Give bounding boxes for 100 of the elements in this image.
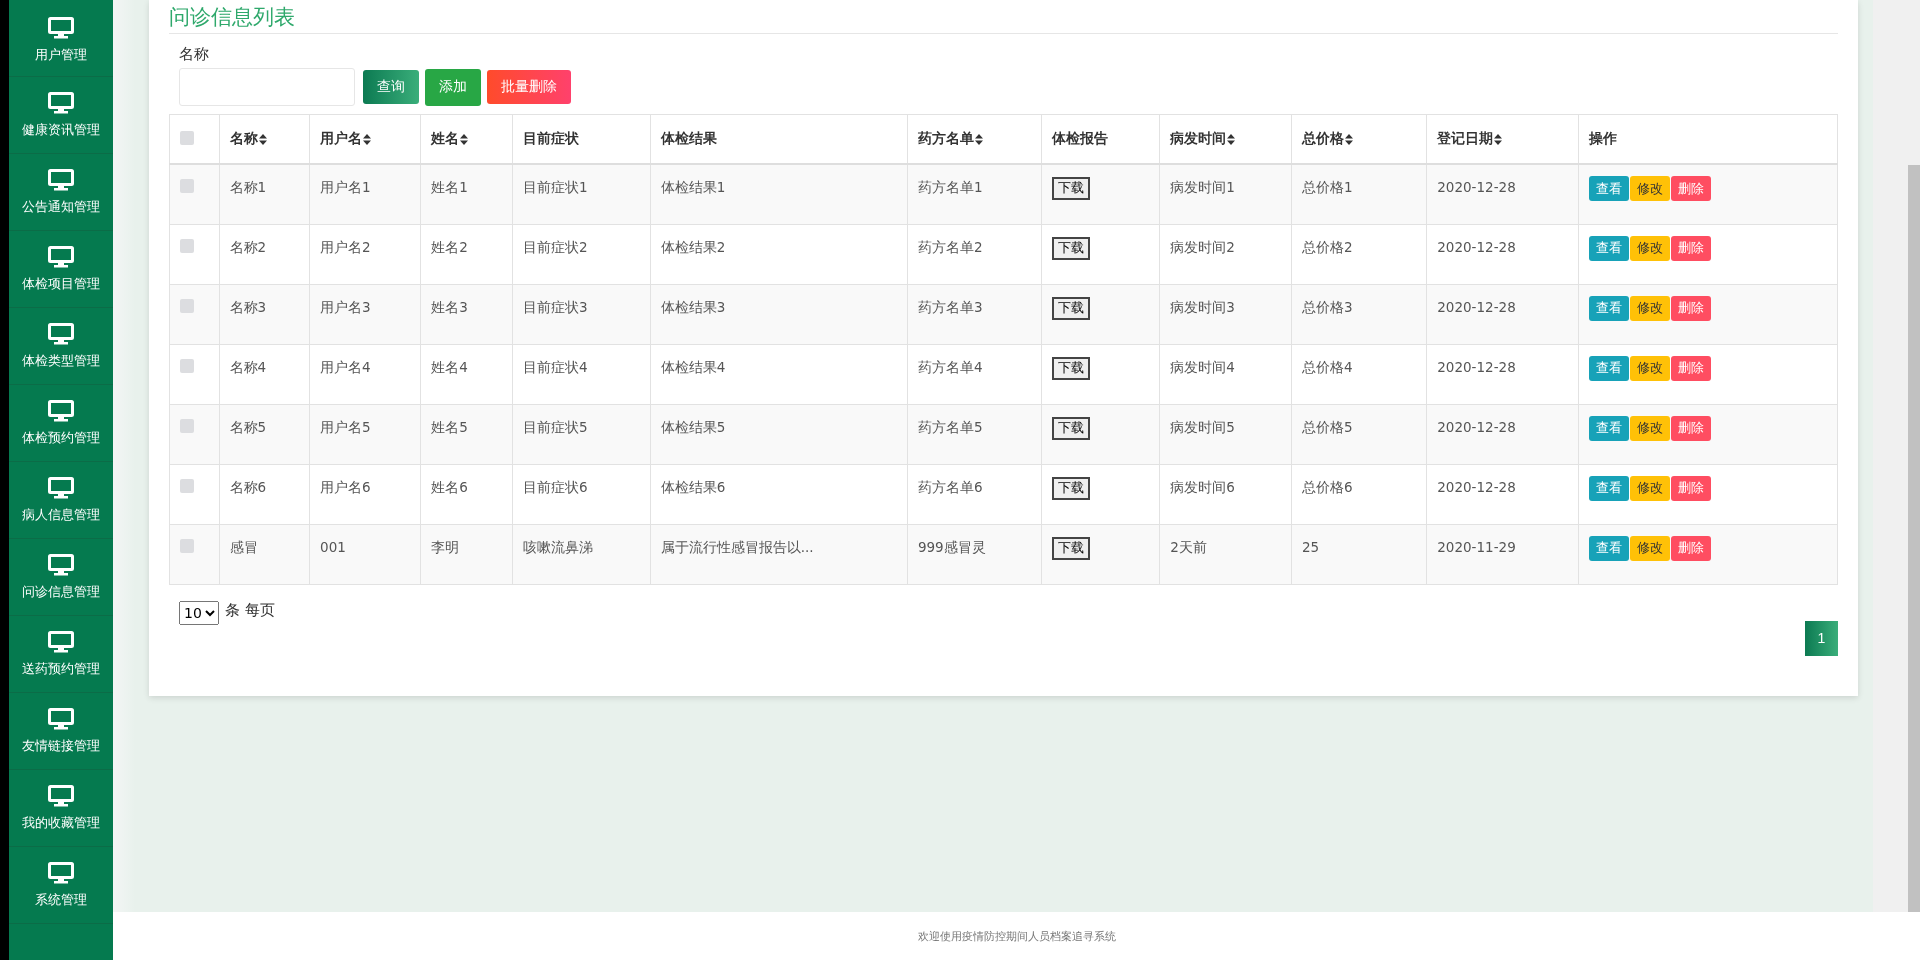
view-button[interactable]: 查看 [1589,355,1630,381]
delete-button[interactable]: 删除 [1671,535,1712,561]
edit-button[interactable]: 修改 [1630,235,1671,261]
table-cell: 用户名6 [309,464,421,524]
view-button[interactable]: 查看 [1589,415,1630,441]
table-cell: 总价格6 [1291,464,1427,524]
table-cell: 咳嗽流鼻涕 [512,524,651,584]
checkbox[interactable] [180,538,194,553]
table-cell: 名称5 [219,404,310,464]
table-cell: 体检结果5 [650,404,908,464]
delete-button[interactable]: 删除 [1671,295,1712,321]
table-cell: 药方名单4 [907,344,1042,404]
table-cell: 体检结果2 [650,224,908,284]
table-cell: 药方名单5 [907,404,1042,464]
table-cell: 目前症状5 [512,404,651,464]
page-size-label: 条 每页 [225,600,275,620]
table-cell: 用户名3 [309,284,421,344]
field-label: 名称 [179,45,209,64]
table-cell: 总价格2 [1291,224,1427,284]
view-button[interactable]: 查看 [1589,535,1630,561]
edit-button[interactable]: 修改 [1630,475,1671,501]
checkbox[interactable] [180,478,194,493]
monitor-icon [48,784,74,807]
name-input-field[interactable] [179,68,355,106]
download-button[interactable]: 下载 [1052,177,1090,200]
view-button[interactable]: 查看 [1589,295,1630,321]
table-cell: 总价格4 [1291,344,1427,404]
add-button[interactable]: 添加 [425,68,481,106]
checkbox[interactable] [180,418,194,433]
delete-button[interactable]: 删除 [1671,176,1712,201]
edit-button[interactable]: 修改 [1630,295,1671,321]
table-cell: 总价格1 [1291,164,1427,224]
table-cell: 姓名6 [420,464,513,524]
monitor-icon [48,322,74,345]
table-cell: 病发时间6 [1159,464,1292,524]
table-cell: 病发时间4 [1159,344,1292,404]
page-title: 问诊信息列表 [169,4,295,30]
batch-delete-button[interactable]: 批量删除 [487,70,571,104]
edit-button[interactable]: 修改 [1630,355,1671,381]
monitor-icon [48,168,74,191]
table-cell: 病发时间3 [1159,284,1292,344]
sort-icon [258,133,267,145]
edit-button[interactable]: 修改 [1630,176,1671,201]
view-button[interactable]: 查看 [1589,475,1630,501]
table-cell: 用户名5 [309,404,421,464]
table-cell: 姓名4 [420,344,513,404]
checkbox[interactable] [180,179,194,193]
delete-button[interactable]: 删除 [1671,235,1712,261]
page-button[interactable]: 1 [1805,620,1838,656]
delete-button[interactable]: 删除 [1671,415,1712,441]
table-cell: 用户名2 [309,224,421,284]
table-cell: 25 [1291,524,1427,584]
monitor-icon [48,861,74,884]
table-cell: 病发时间1 [1159,164,1292,224]
table-cell: 姓名5 [420,404,513,464]
edit-button[interactable]: 修改 [1630,535,1671,561]
table-cell: 名称6 [219,464,310,524]
checkbox[interactable] [180,238,194,253]
table-cell: 药方名单3 [907,284,1042,344]
download-button[interactable]: 下载 [1052,356,1090,380]
download-button[interactable]: 下载 [1052,236,1090,260]
view-button[interactable]: 查看 [1589,176,1630,201]
table-cell: 用户名1 [309,164,421,224]
edit-button[interactable]: 修改 [1630,415,1671,441]
table-cell: 病发时间5 [1159,404,1292,464]
table-cell: 名称3 [219,284,310,344]
table-cell: 用户名4 [309,344,421,404]
view-button[interactable]: 查看 [1589,235,1630,261]
footer-text: 欢迎使用疫情防控期间人员档案追寻系统 [917,928,1116,944]
table-cell: 001 [309,524,421,584]
table-cell: 体检结果4 [650,344,908,404]
download-button[interactable]: 下载 [1052,476,1090,500]
table-cell: 2020-12-28 [1426,464,1579,524]
checkbox[interactable] [180,358,194,373]
scrollbar[interactable] [1873,0,1920,912]
table-cell: 体检结果3 [650,284,908,344]
table-cell: 体检结果1 [650,164,908,224]
table-cell: 目前症状2 [512,224,651,284]
sort-icon [974,133,983,145]
table-cell: 2020-12-28 [1426,344,1579,404]
download-button[interactable]: 下载 [1052,416,1090,440]
sort-icon [1494,133,1503,145]
monitor-icon [48,91,74,114]
download-button[interactable]: 下载 [1052,296,1090,320]
download-button[interactable]: 下载 [1052,536,1090,560]
search-button[interactable]: 查询 [363,70,419,104]
delete-button[interactable]: 删除 [1671,355,1712,381]
table-cell: 2020-12-28 [1426,404,1579,464]
delete-button[interactable]: 删除 [1671,475,1712,501]
table-cell: 2020-12-28 [1426,284,1579,344]
table-cell: 药方名单1 [907,164,1042,224]
sort-icon [363,133,372,145]
table-cell: 目前症状6 [512,464,651,524]
page-size-select[interactable]: 10 [179,600,219,625]
checkbox[interactable] [180,130,194,145]
sort-icon [460,133,469,145]
checkbox[interactable] [180,298,194,313]
table-cell: 999感冒灵 [907,524,1042,584]
table-cell: 目前症状1 [512,164,651,224]
table-cell: 总价格3 [1291,284,1427,344]
